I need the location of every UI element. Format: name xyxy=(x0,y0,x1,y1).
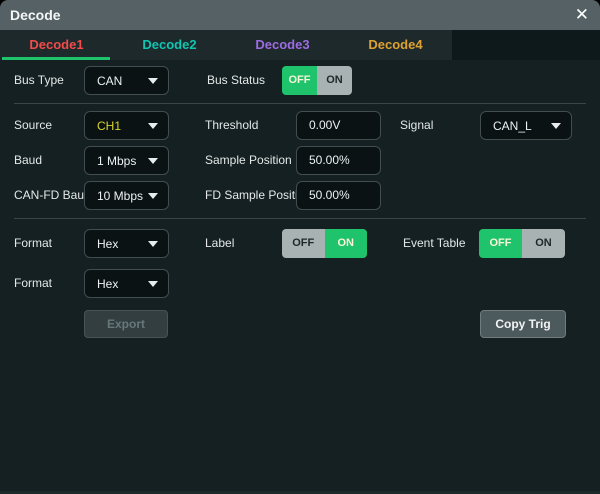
dialog-title: Decode xyxy=(10,0,61,30)
event-table-label: Event Table xyxy=(403,229,466,258)
format2-dropdown[interactable]: Hex xyxy=(84,269,169,298)
event-table-off-button[interactable]: OFF xyxy=(479,229,522,258)
chevron-down-icon xyxy=(551,123,561,129)
source-label: Source xyxy=(14,111,52,140)
baud-value: 1 Mbps xyxy=(85,154,148,168)
tab-decode1-label: Decode1 xyxy=(29,37,83,52)
baud-label: Baud xyxy=(14,146,42,175)
format2-label: Format xyxy=(14,269,52,298)
canfd-baud-value: 10 Mbps xyxy=(85,189,148,203)
chevron-down-icon xyxy=(148,241,158,247)
canfd-baud-label: CAN-FD Baud xyxy=(14,181,91,210)
chevron-down-icon xyxy=(148,193,158,199)
divider xyxy=(14,103,586,104)
source-value: CH1 xyxy=(85,119,148,133)
format-label: Format xyxy=(14,229,52,258)
bus-status-on-button[interactable]: ON xyxy=(317,66,352,95)
bus-type-label: Bus Type xyxy=(14,66,64,95)
active-tab-indicator xyxy=(2,57,110,60)
tab-strip: Decode1 Decode2 Decode3 Decode4 xyxy=(0,30,452,60)
fd-sample-position-input[interactable]: 50.00% xyxy=(296,181,381,210)
chevron-down-icon xyxy=(148,158,158,164)
label-toggle-label: Label xyxy=(205,229,234,258)
format-dropdown[interactable]: Hex xyxy=(84,229,169,258)
bus-status-off-button[interactable]: OFF xyxy=(282,66,317,95)
chevron-down-icon xyxy=(148,78,158,84)
tab-decode4[interactable]: Decode4 xyxy=(339,30,452,60)
bus-status-toggle[interactable]: OFF ON xyxy=(282,66,352,95)
tab-decode4-label: Decode4 xyxy=(368,37,422,52)
chevron-down-icon xyxy=(148,123,158,129)
tab-decode2[interactable]: Decode2 xyxy=(113,30,226,60)
chevron-down-icon xyxy=(148,281,158,287)
source-dropdown[interactable]: CH1 xyxy=(84,111,169,140)
titlebar: Decode ✕ xyxy=(0,0,600,30)
canfd-baud-dropdown[interactable]: 10 Mbps xyxy=(84,181,169,210)
sample-position-input[interactable]: 50.00% xyxy=(296,146,381,175)
export-button[interactable]: Export xyxy=(84,310,168,338)
threshold-input[interactable]: 0.00V xyxy=(296,111,381,140)
label-toggle[interactable]: OFF ON xyxy=(282,229,367,258)
signal-label: Signal xyxy=(400,111,433,140)
copy-trig-button[interactable]: Copy Trig xyxy=(480,310,566,338)
sample-position-label: Sample Position xyxy=(205,146,292,175)
event-table-on-button[interactable]: ON xyxy=(522,229,565,258)
label-off-button[interactable]: OFF xyxy=(282,229,325,258)
label-on-button[interactable]: ON xyxy=(325,229,368,258)
bus-type-dropdown[interactable]: CAN xyxy=(84,66,169,95)
decode-dialog: Decode ✕ Decode1 Decode2 Decode3 Decode4… xyxy=(0,0,600,494)
tab-strip-filler xyxy=(452,30,600,60)
signal-value: CAN_L xyxy=(481,119,551,133)
tab-decode2-label: Decode2 xyxy=(142,37,196,52)
tab-decode3[interactable]: Decode3 xyxy=(226,30,339,60)
event-table-toggle[interactable]: OFF ON xyxy=(479,229,565,258)
tab-decode1[interactable]: Decode1 xyxy=(0,30,113,60)
signal-dropdown[interactable]: CAN_L xyxy=(480,111,572,140)
threshold-label: Threshold xyxy=(205,111,258,140)
bus-status-label: Bus Status xyxy=(207,66,265,95)
tab-decode3-label: Decode3 xyxy=(255,37,309,52)
format-value: Hex xyxy=(85,237,148,251)
baud-dropdown[interactable]: 1 Mbps xyxy=(84,146,169,175)
bus-type-value: CAN xyxy=(85,74,148,88)
format2-value: Hex xyxy=(85,277,148,291)
divider xyxy=(14,218,586,219)
close-icon[interactable]: ✕ xyxy=(575,0,589,30)
